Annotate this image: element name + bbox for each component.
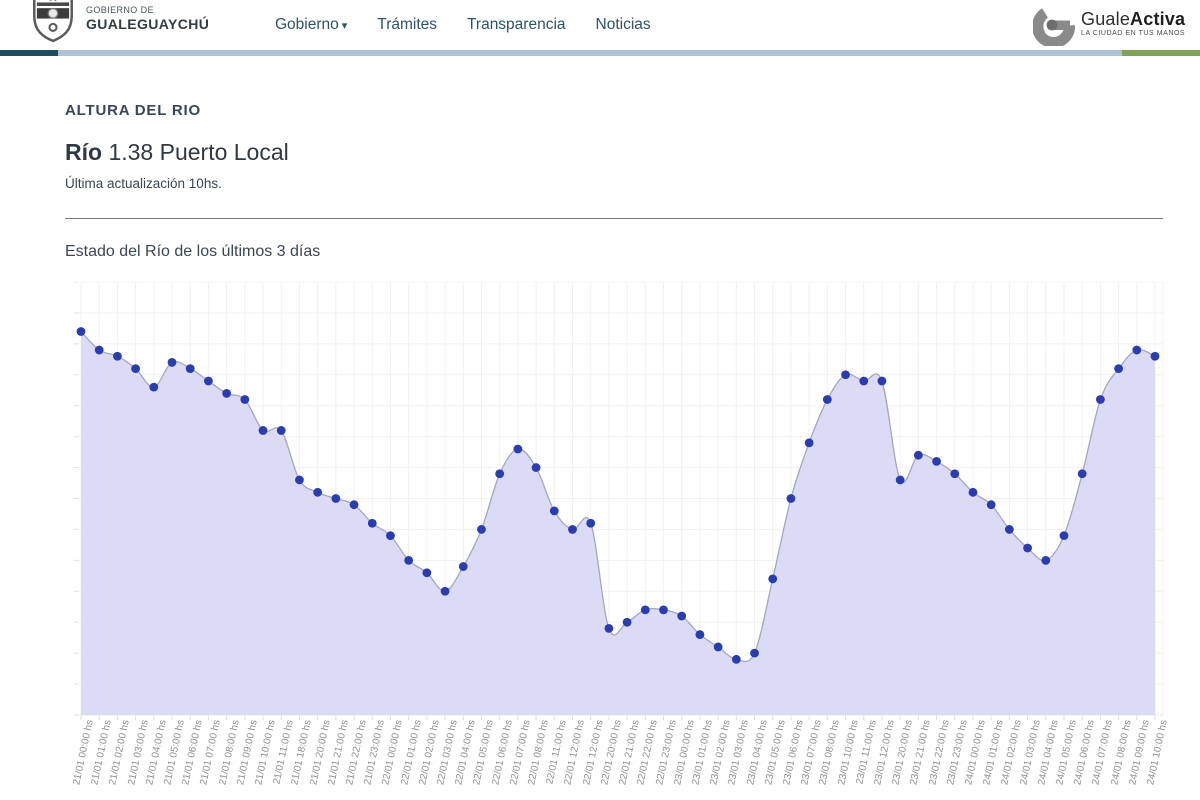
logo-line-top: GOBIERNO DE: [86, 5, 209, 15]
logo-line-name: GUALEGUAYCHÚ: [86, 16, 209, 32]
nav-item-gobierno[interactable]: Gobierno▾: [275, 16, 347, 34]
gualeactiva-logo[interactable]: GualeActiva LA CIUDAD EN TUS MANOS: [1033, 4, 1185, 46]
data-point[interactable]: [823, 395, 832, 404]
data-point[interactable]: [1151, 352, 1160, 361]
gualeactiva-text: GualeActiva LA CIUDAD EN TUS MANOS: [1081, 4, 1185, 37]
data-point[interactable]: [149, 383, 158, 392]
gualeactiva-name: GualeActiva: [1081, 10, 1185, 28]
data-point[interactable]: [623, 618, 632, 627]
nav-item-tramites[interactable]: Trámites: [377, 16, 437, 34]
data-point[interactable]: [186, 364, 195, 373]
data-point[interactable]: [113, 352, 122, 361]
data-point[interactable]: [1023, 544, 1032, 553]
data-point[interactable]: [1005, 525, 1014, 534]
accent-bar-segment: [58, 50, 1122, 56]
data-point[interactable]: [477, 525, 486, 534]
data-point[interactable]: [386, 531, 395, 540]
river-value: 1.38: [108, 139, 153, 165]
data-point[interactable]: [859, 377, 868, 386]
data-point[interactable]: [313, 488, 322, 497]
river-location: Puerto Local: [160, 139, 289, 165]
data-point[interactable]: [1132, 346, 1141, 355]
city-logo-text[interactable]: GOBIERNO DE GUALEGUAYCHÚ: [86, 5, 209, 32]
accent-bar: [0, 50, 1200, 56]
data-point[interactable]: [659, 605, 668, 614]
last-update-text: Última actualización 10hs.: [65, 176, 222, 191]
data-point[interactable]: [277, 426, 286, 435]
accent-bar-segment: [0, 50, 58, 56]
data-point[interactable]: [1060, 531, 1069, 540]
gualeactiva-tagline: LA CIUDAD EN TUS MANOS: [1081, 30, 1185, 37]
river-chart-canvas[interactable]: [74, 282, 1175, 722]
data-point[interactable]: [950, 469, 959, 478]
data-point[interactable]: [677, 612, 686, 621]
data-point[interactable]: [1114, 364, 1123, 373]
city-crest-logo-icon[interactable]: [28, 0, 78, 43]
data-point[interactable]: [896, 476, 905, 485]
data-point[interactable]: [495, 469, 504, 478]
accent-bar-segment: [1122, 50, 1200, 56]
data-point[interactable]: [641, 605, 650, 614]
data-point[interactable]: [331, 494, 340, 503]
nav-item-transparencia[interactable]: Transparencia: [467, 16, 566, 34]
data-point[interactable]: [914, 451, 923, 460]
data-point[interactable]: [350, 500, 359, 509]
river-chart: 21/01 00:00 hs21/01 01:00 hs21/01 02:00 …: [74, 282, 1175, 800]
data-point[interactable]: [604, 624, 613, 633]
page-title: ALTURA DEL RIO: [65, 102, 201, 119]
data-point[interactable]: [841, 370, 850, 379]
river-label: Río: [65, 139, 102, 165]
chart-area-fill: [81, 331, 1155, 715]
chart-title: Estado del Río de los últimos 3 días: [65, 243, 320, 261]
data-point[interactable]: [732, 655, 741, 664]
data-point[interactable]: [131, 364, 140, 373]
site-header: GOBIERNO DE GUALEGUAYCHÚ Gobierno▾ Trámit…: [0, 0, 1200, 50]
data-point[interactable]: [513, 445, 522, 454]
gualeactiva-g-icon: [1033, 4, 1075, 46]
data-point[interactable]: [750, 649, 759, 658]
data-point[interactable]: [568, 525, 577, 534]
data-point[interactable]: [204, 377, 213, 386]
data-point[interactable]: [222, 389, 231, 398]
data-point[interactable]: [768, 575, 777, 584]
data-point[interactable]: [1096, 395, 1105, 404]
data-point[interactable]: [969, 488, 978, 497]
data-point[interactable]: [1078, 469, 1087, 478]
data-point[interactable]: [586, 519, 595, 528]
data-point[interactable]: [787, 494, 796, 503]
data-point[interactable]: [295, 476, 304, 485]
data-point[interactable]: [368, 519, 377, 528]
section-divider: [65, 218, 1163, 219]
nav-item-noticias[interactable]: Noticias: [596, 16, 651, 34]
data-point[interactable]: [1041, 556, 1050, 565]
data-point[interactable]: [441, 587, 450, 596]
data-point[interactable]: [714, 643, 723, 652]
data-point[interactable]: [240, 395, 249, 404]
data-point[interactable]: [422, 568, 431, 577]
data-point[interactable]: [77, 327, 86, 336]
river-reading: Río 1.38 Puerto Local: [65, 139, 289, 166]
data-point[interactable]: [95, 346, 104, 355]
data-point[interactable]: [404, 556, 413, 565]
data-point[interactable]: [459, 562, 468, 571]
data-point[interactable]: [532, 463, 541, 472]
data-point[interactable]: [259, 426, 268, 435]
gualeguaychu-river-page: { "header": { "logo": { "top": "GOBIERNO…: [0, 0, 1200, 800]
chevron-down-icon: ▾: [342, 20, 348, 32]
data-point[interactable]: [878, 377, 887, 386]
data-point[interactable]: [550, 506, 559, 515]
data-point[interactable]: [168, 358, 177, 367]
data-point[interactable]: [696, 630, 705, 639]
data-point[interactable]: [805, 438, 814, 447]
data-point[interactable]: [932, 457, 941, 466]
data-point[interactable]: [987, 500, 996, 509]
main-nav: Gobierno▾ Trámites Transparencia Noticias: [275, 0, 651, 50]
